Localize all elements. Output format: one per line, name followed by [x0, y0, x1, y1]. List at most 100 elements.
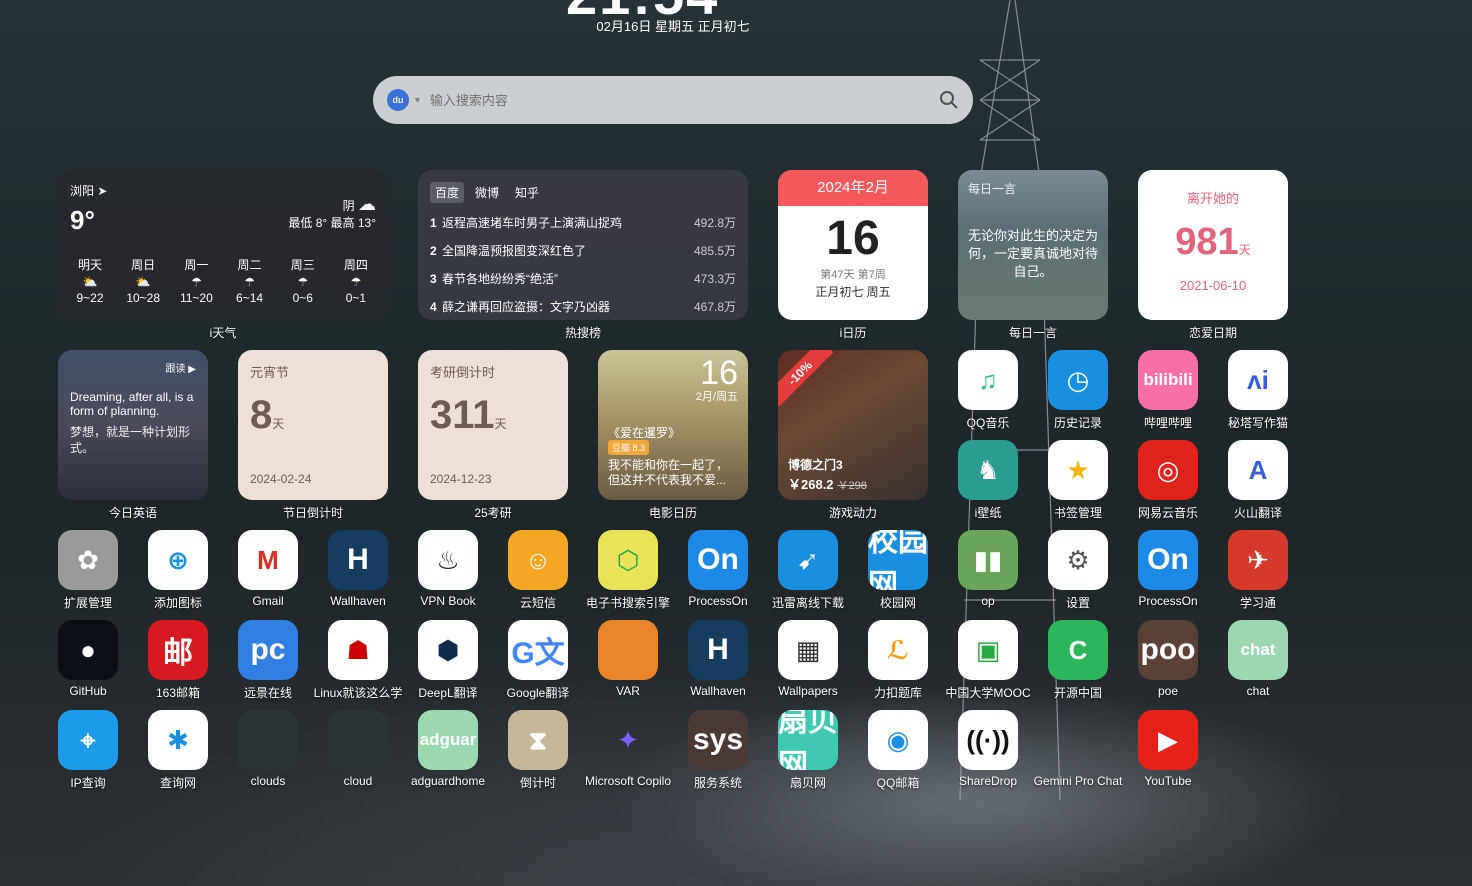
festival-days-wrap: 8天 [250, 393, 376, 438]
widget-label-calendar: i日历 [839, 326, 867, 340]
clock-date-container: 02月16日 星期五 正月初七 [0, 16, 1472, 35]
search-input[interactable] [429, 92, 930, 108]
weather-widget[interactable]: 浏阳 ➤ 9° 阴 ☁ 最低 8° 最高 13° 明天 ⛅ 9~22 周日 ⛅ 10~2… [58, 170, 388, 320]
app-glyph-icon: On [697, 543, 739, 576]
festival-title: 元宵节 [250, 365, 290, 380]
app-icon-var[interactable] [598, 620, 658, 680]
app-icon-processon[interactable]: On [1138, 530, 1198, 590]
app-icon-力扣题库[interactable]: ℒ [868, 620, 928, 680]
app-glyph-icon: ✈ [1247, 545, 1269, 575]
widget-label-love: 恋爱日期 [1188, 326, 1237, 340]
app-icon-开源中国[interactable]: C [1048, 620, 1108, 680]
app-label: 秘塔写作猫 [1227, 416, 1288, 430]
app-icon-vpn-book[interactable]: ♨ [418, 530, 478, 590]
app-icon-cloud[interactable] [328, 710, 388, 770]
app-icon-qq邮箱[interactable]: ◉ [868, 710, 928, 770]
app-icon-github[interactable]: ● [58, 620, 118, 680]
app-icon-google翻译[interactable]: G文 [508, 620, 568, 680]
app-label: Google翻译 [506, 686, 570, 700]
tab-baidu[interactable]: 百度 [430, 182, 465, 203]
baidu-engine-icon[interactable]: du [387, 89, 409, 111]
app-icon-adguardhome[interactable]: adguar [418, 710, 478, 770]
widget-label-quote: 每日一言 [1008, 326, 1057, 340]
love-date: 2021-06-10 [1179, 278, 1247, 293]
app-icon-云短信[interactable]: ☺ [508, 530, 568, 590]
hot-item[interactable]: 2 全国降温预报图变深红色了 485.5万 [430, 242, 736, 259]
app-label: 扩展管理 [63, 596, 112, 610]
app-icon-gmail[interactable]: M [238, 530, 298, 590]
app-glyph-icon: ♫ [978, 365, 998, 395]
app-icon-ip查询[interactable]: ⌖ [58, 710, 118, 770]
app-icon-gemini-pro-chat[interactable] [1048, 710, 1108, 770]
app-glyph-icon: pc [250, 633, 286, 666]
app-icon-中国大学mooc[interactable]: ▣ [958, 620, 1018, 680]
app-icon-学习通[interactable]: ✈ [1228, 530, 1288, 590]
movie-sub: 2月/周五 [695, 391, 738, 403]
app-icon-倒计时[interactable]: ⧗ [508, 710, 568, 770]
tab-weibo[interactable]: 微博 [470, 182, 504, 203]
app-glyph-icon: ◉ [886, 725, 910, 755]
app-icon-校园网[interactable]: 校园网 [868, 530, 928, 590]
hot-item[interactable]: 4 薛之谦再回应盗摄：文字乃凶器 467.8万 [430, 298, 736, 315]
app-icon-书签管理[interactable]: ★ [1048, 440, 1108, 500]
app-icon-哔哩哔哩[interactable]: bilibili [1138, 350, 1198, 410]
game-widget[interactable]: -10% 博德之门3 ￥268.2 ￥298 [778, 350, 928, 500]
app-glyph-icon: H [347, 543, 369, 576]
follow-read-button[interactable]: 跟读 ▶ [166, 360, 196, 375]
app-glyph-icon: G文 [511, 637, 565, 670]
app-label: poe [1157, 684, 1179, 698]
app-icon-历史记录[interactable]: ◷ [1048, 350, 1108, 410]
search-bar[interactable]: du ▼ [373, 76, 973, 124]
app-glyph-icon: ⌖ [80, 725, 96, 755]
app-icon-迅雷离线下载[interactable]: ➹ [778, 530, 838, 590]
app-icon-processon[interactable]: On [688, 530, 748, 590]
hot-value: 473.3万 [693, 272, 736, 286]
movie-widget[interactable]: 16 2月/周五 《爱在暹罗》 豆瓣 8.3 我不能和你在一起了，但这并不代表我不… [598, 350, 748, 500]
exam-days: 311 [430, 393, 495, 437]
calendar-widget[interactable]: 2024年2月 16 第47天 第7周 正月初七 周五 [778, 170, 928, 320]
hot-item[interactable]: 3 春节各地纷纷秀“绝活” 473.3万 [430, 270, 736, 287]
app-icon-查询网[interactable]: ✱ [148, 710, 208, 770]
chevron-down-icon[interactable]: ▼ [413, 95, 422, 105]
app-icon-设置[interactable]: ⚙ [1048, 530, 1108, 590]
app-icon-i壁纸[interactable]: ♞ [958, 440, 1018, 500]
app-icon-wallhaven[interactable]: H [328, 530, 388, 590]
tab-zhihu[interactable]: 知乎 [510, 182, 544, 203]
app-glyph-icon: ▶ [1158, 725, 1178, 755]
app-label: Linux就该这么学 [313, 686, 403, 700]
app-icon-chat[interactable]: chat [1228, 620, 1288, 680]
app-icon-163邮箱[interactable]: 邮 [148, 620, 208, 680]
app-icon-clouds[interactable] [238, 710, 298, 770]
app-icon-deepl翻译[interactable]: ⬢ [418, 620, 478, 680]
app-icon-网易云音乐[interactable]: ◎ [1138, 440, 1198, 500]
app-icon-扩展管理[interactable]: ✿ [58, 530, 118, 590]
app-icon-添加图标[interactable]: ⊕ [148, 530, 208, 590]
app-glyph-icon: bilibili [1143, 370, 1193, 389]
app-icon-poe[interactable]: poo [1138, 620, 1198, 680]
app-icon-qq音乐[interactable]: ♫ [958, 350, 1018, 410]
app-icon-服务系统[interactable]: sys [688, 710, 748, 770]
app-icon-linux就该这么学[interactable]: ☗ [328, 620, 388, 680]
search-icon[interactable] [939, 90, 959, 110]
app-label: adguardhome [410, 774, 486, 788]
app-icon-电子书搜索引擎[interactable]: ⬡ [598, 530, 658, 590]
english-widget[interactable]: 跟读 ▶ Dreaming, after all, is a form of p… [58, 350, 208, 500]
app-icon-wallhaven[interactable]: H [688, 620, 748, 680]
love-widget[interactable]: 离开她的 981天 2021-06-10 [1138, 170, 1288, 320]
app-icon-扇贝网[interactable]: 扇贝网 [778, 710, 838, 770]
app-icon-sharedrop[interactable]: ((·)) [958, 710, 1018, 770]
app-icon-op[interactable]: ▮▮ [958, 530, 1018, 590]
app-icon-youtube[interactable]: ▶ [1138, 710, 1198, 770]
app-icon-火山翻译[interactable]: A [1228, 440, 1288, 500]
hot-value: 492.8万 [693, 216, 736, 230]
app-icon-wallpapers[interactable]: ▦ [778, 620, 838, 680]
festival-countdown-widget[interactable]: 元宵节 8天 2024-02-24 [238, 350, 388, 500]
exam-countdown-widget[interactable]: 考研倒计时 311天 2024-12-23 [418, 350, 568, 500]
hot-item[interactable]: 1 返程高速堵车时男子上演满山捉鸡 492.8万 [430, 214, 736, 231]
hot-search-widget[interactable]: 百度 微博 知乎 1 返程高速堵车时男子上演满山捉鸡 492.8万 2 全国降温预报图… [418, 170, 748, 320]
app-label: Gmail [252, 594, 284, 608]
app-icon-秘塔写作猫[interactable]: ʌi [1228, 350, 1288, 410]
app-icon-远景在线[interactable]: pc [238, 620, 298, 680]
app-icon-microsoft-copilo[interactable]: ✦ [598, 710, 658, 770]
quote-widget[interactable]: 每日一言 无论你对此生的决定为何，一定要真诚地对待自己。 [958, 170, 1108, 320]
